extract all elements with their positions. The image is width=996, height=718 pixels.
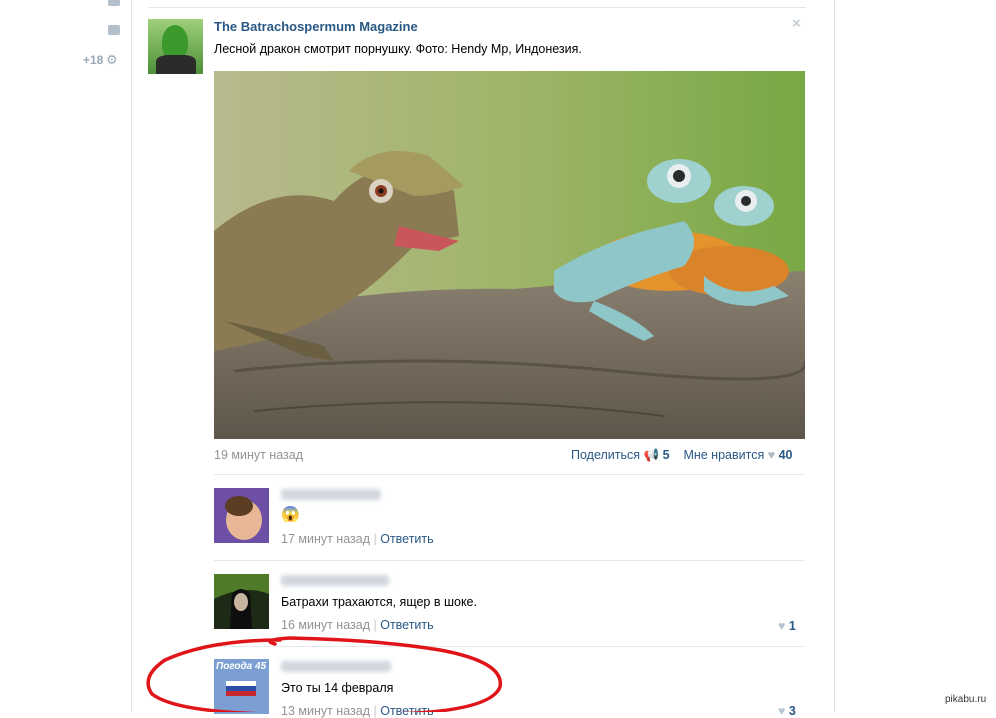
comment-like-button[interactable]: ♥ 3 (778, 704, 796, 718)
like-label: Мне нравится (683, 448, 765, 462)
heart-icon: ♥ (778, 704, 786, 718)
comment-like-count: 1 (788, 619, 796, 633)
heart-icon: ♥ (778, 619, 786, 633)
left-sidebar (0, 0, 131, 712)
reply-link[interactable]: Ответить (380, 618, 433, 632)
comment-text: Батрахи трахаются, ящер в шоке. (281, 595, 477, 609)
comment-avatar[interactable] (214, 574, 269, 629)
separator: | (373, 532, 377, 546)
reply-link[interactable]: Ответить (380, 532, 433, 546)
comment-meta: 17 минут назад | Ответить (281, 532, 434, 546)
comment-author-blurred[interactable] (281, 489, 381, 500)
like-count: 40 (778, 448, 793, 462)
divider (214, 474, 805, 475)
separator: | (373, 618, 377, 632)
divider (834, 0, 835, 712)
comment-meta: 16 минут назад | Ответить (281, 618, 434, 632)
comment-avatar[interactable] (214, 488, 269, 543)
heart-icon: ♥ (767, 448, 776, 462)
comment-timestamp[interactable]: 16 минут назад (281, 618, 370, 632)
post-author-link[interactable]: The Batrachospermum Magazine (214, 19, 418, 34)
mail-icon[interactable] (108, 0, 120, 6)
divider (214, 560, 805, 561)
post-actions: Поделиться 📢 5 Мне нравится ♥ 40 (571, 448, 793, 463)
gear-icon[interactable]: ⚙ (106, 53, 119, 66)
post-photo[interactable] (214, 71, 805, 439)
share-button[interactable]: Поделиться 📢 5 (571, 448, 670, 462)
share-label: Поделиться (571, 448, 641, 462)
close-icon[interactable]: × (792, 15, 801, 32)
like-button[interactable]: Мне нравится ♥ 40 (683, 448, 792, 462)
comment-author-blurred[interactable] (281, 575, 389, 586)
comment-emoji: 😱 (281, 506, 300, 523)
divider (131, 0, 132, 712)
comment-icon[interactable] (108, 25, 120, 35)
divider (148, 7, 806, 8)
megaphone-icon: 📢 (643, 448, 660, 462)
author-avatar[interactable] (148, 19, 203, 74)
comment-like-count: 3 (788, 704, 796, 718)
post-text: Лесной дракон смотрит порнушку. Фото: He… (214, 42, 582, 56)
share-count: 5 (662, 448, 670, 462)
sidebar-counter: +18 (83, 53, 104, 67)
comment-timestamp[interactable]: 17 минут назад (281, 532, 370, 546)
red-annotation-circle (146, 636, 503, 712)
post-timestamp[interactable]: 19 минут назад (214, 448, 303, 462)
comment-like-button[interactable]: ♥ 1 (778, 619, 796, 633)
watermark: pikabu.ru (945, 694, 987, 705)
